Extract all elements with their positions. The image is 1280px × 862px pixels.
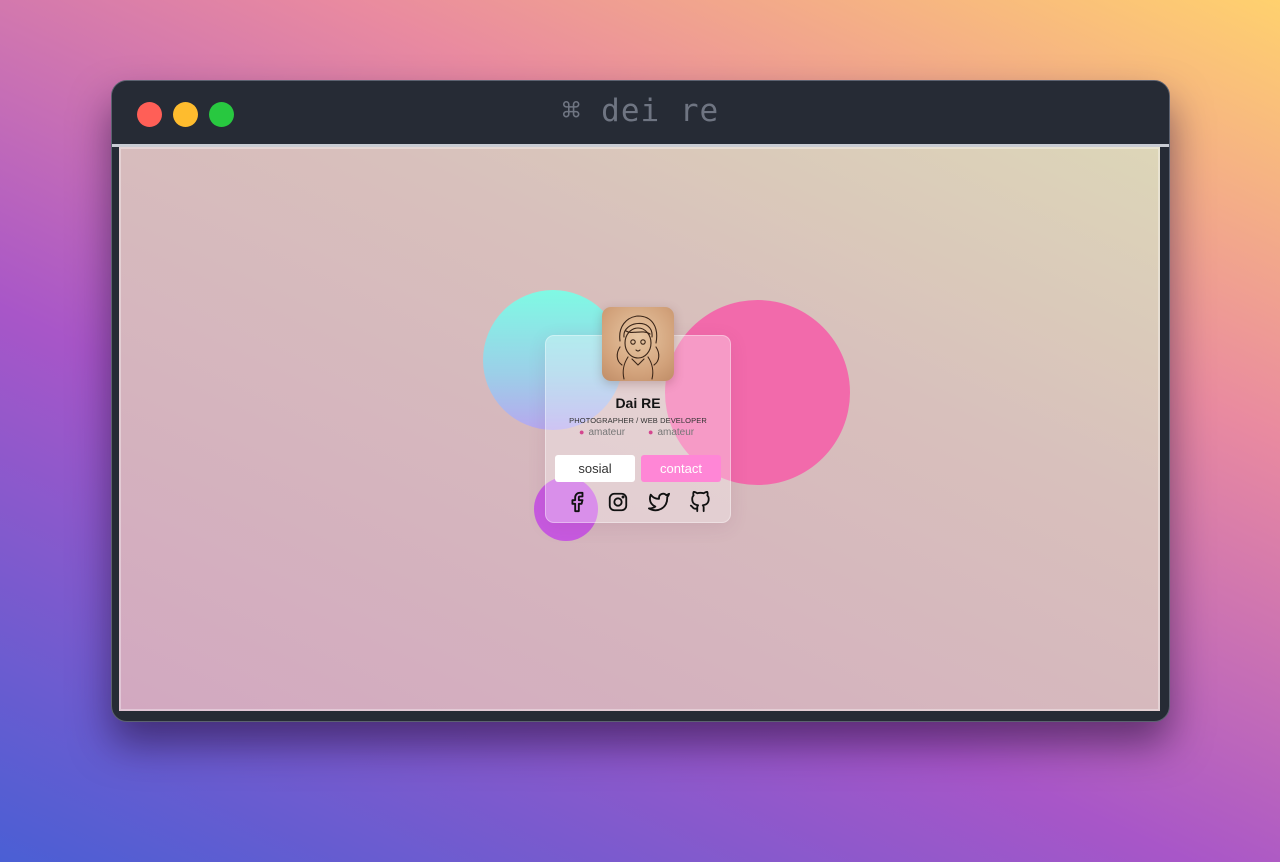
browser-window: ⌘ dei re Dai RE PHOTOGRAPHER / WEB DEVEL… — [111, 80, 1170, 722]
contact-button[interactable]: contact — [641, 455, 721, 482]
instagram-icon[interactable] — [607, 491, 631, 515]
avatar-sketch-image — [616, 315, 660, 380]
bullet-icon: ● — [579, 427, 585, 437]
profile-tag: ● amateur — [648, 427, 695, 438]
profile-role: PHOTOGRAPHER / WEB DEVELOPER — [569, 416, 707, 425]
profile-card: Dai RE PHOTOGRAPHER / WEB DEVELOPER ● ama… — [545, 307, 731, 523]
facebook-icon[interactable] — [566, 491, 590, 515]
profile-name: Dai RE — [615, 395, 661, 411]
social-links — [564, 490, 714, 515]
page-viewport: Dai RE PHOTOGRAPHER / WEB DEVELOPER ● ama… — [119, 147, 1160, 711]
github-icon[interactable] — [689, 490, 713, 515]
sosial-button[interactable]: sosial — [555, 455, 635, 482]
window-title: ⌘ dei re — [561, 93, 720, 129]
bullet-icon: ● — [648, 427, 654, 437]
title-bar: ⌘ dei re — [112, 81, 1169, 144]
profile-tag: ● amateur — [579, 427, 626, 438]
avatar — [602, 307, 674, 381]
twitter-icon[interactable] — [648, 491, 672, 515]
